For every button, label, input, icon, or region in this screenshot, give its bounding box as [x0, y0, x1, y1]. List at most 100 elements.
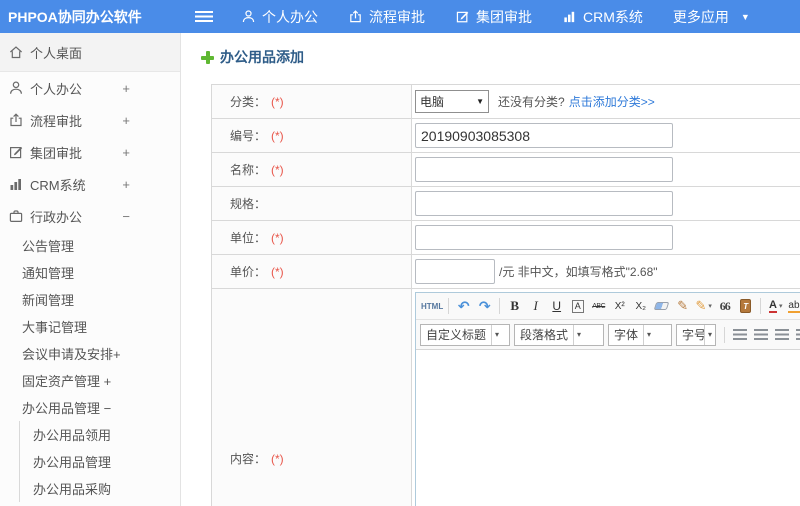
- font-border-button[interactable]: A: [568, 296, 587, 316]
- category-label: 分类： (*): [212, 85, 412, 118]
- edit-icon: [455, 9, 470, 24]
- sidebar-item-office-supplies-claim[interactable]: 办公用品领用: [20, 421, 180, 448]
- main-content: 办公用品添加 分类： (*) 电脑 ▼ 还没有分类? 点击添加分类>> 编号： …: [181, 33, 800, 506]
- autotypeset-icon[interactable]: ✎ ▾: [694, 296, 713, 316]
- required-mark: (*): [271, 451, 284, 466]
- sidebar-item-office-supplies-purchase[interactable]: 办公用品采购: [20, 475, 180, 502]
- justify-button[interactable]: [793, 325, 800, 345]
- italic-button[interactable]: I: [526, 296, 545, 316]
- sidebar-item-group-approval[interactable]: 集团审批 +: [0, 136, 180, 168]
- briefcase-icon: [8, 208, 24, 224]
- editor-content[interactable]: [416, 350, 800, 506]
- code-input[interactable]: [415, 123, 673, 148]
- nav-item-label: 流程审批: [369, 8, 425, 25]
- nav-item-workflow-approval[interactable]: 流程审批: [348, 7, 425, 27]
- toolbar-separator: [499, 298, 501, 314]
- align-center-button[interactable]: [751, 325, 770, 345]
- toolbar-separator: [448, 298, 450, 314]
- workflow-icon: [8, 112, 24, 128]
- content-label: 内容： (*): [212, 289, 412, 506]
- sidebar-item-label: 集团审批: [30, 145, 83, 161]
- redo-icon[interactable]: ↷: [475, 296, 494, 316]
- code-label: 编号： (*): [212, 119, 412, 152]
- strikethrough-button[interactable]: ABC: [589, 296, 608, 316]
- format-brush-icon[interactable]: ✎: [673, 296, 692, 316]
- category-select[interactable]: 电脑 ▼: [415, 90, 489, 113]
- caret-down-icon: ▾: [643, 324, 654, 345]
- form-row-code: 编号： (*): [212, 119, 800, 153]
- sidebar-item-office-supplies-manage[interactable]: 办公用品管理: [20, 448, 180, 475]
- expand-plus-icon[interactable]: +: [122, 81, 130, 96]
- collapse-minus-icon[interactable]: −: [122, 209, 130, 224]
- spec-label: 规格：: [212, 187, 412, 220]
- nav-item-personal-office[interactable]: 个人办公: [241, 7, 318, 27]
- name-label: 名称： (*): [212, 153, 412, 186]
- sidebar-item-label: 流程审批: [30, 113, 83, 129]
- expand-plus-icon[interactable]: +: [122, 177, 130, 192]
- paragraph-format-select[interactable]: 段落格式 ▾: [514, 323, 604, 346]
- workflow-icon: [348, 9, 363, 24]
- underline-button[interactable]: U: [547, 296, 566, 316]
- form-row-spec: 规格：: [212, 187, 800, 221]
- required-mark: (*): [271, 94, 284, 109]
- unit-input[interactable]: [415, 225, 673, 250]
- expand-plus-icon[interactable]: +: [122, 113, 130, 128]
- subscript-button[interactable]: X₂: [631, 296, 650, 316]
- blockquote-button[interactable]: 66: [715, 296, 734, 316]
- nav-item-label: CRM系统: [583, 8, 643, 25]
- sidebar-item-office-supplies-mgmt[interactable]: 办公用品管理 −: [0, 394, 180, 421]
- toolbar-separator: [724, 326, 725, 343]
- superscript-button[interactable]: X²: [610, 296, 629, 316]
- paste-icon[interactable]: T: [736, 296, 755, 316]
- caret-down-icon: ▾: [708, 303, 712, 310]
- required-mark: (*): [271, 128, 284, 143]
- price-input[interactable]: [415, 259, 495, 284]
- font-size-select[interactable]: 字号 ▾: [676, 323, 716, 346]
- name-input[interactable]: [415, 157, 673, 182]
- expand-plus-icon[interactable]: +: [122, 145, 130, 160]
- chart-icon: [562, 9, 577, 24]
- sidebar-item-crm-system[interactable]: CRM系统 +: [0, 168, 180, 200]
- align-right-button[interactable]: [772, 325, 791, 345]
- align-left-button[interactable]: [730, 325, 749, 345]
- sidebar-item-workflow-approval[interactable]: 流程审批 +: [0, 104, 180, 136]
- source-code-button[interactable]: HTML: [421, 296, 443, 316]
- sidebar-item-news-mgmt[interactable]: 新闻管理: [0, 286, 180, 313]
- office-supply-form: 分类： (*) 电脑 ▼ 还没有分类? 点击添加分类>> 编号： (*) 201…: [211, 84, 800, 506]
- undo-icon[interactable]: ↶: [454, 296, 473, 316]
- price-format-hint: /元 非中文，如填写格式"2.68": [499, 265, 658, 279]
- font-color-button[interactable]: A ▾: [766, 296, 785, 316]
- highlight-color-button[interactable]: ab▾: [787, 296, 800, 316]
- add-category-link[interactable]: 点击添加分类>>: [569, 93, 655, 110]
- sidebar-item-fixed-assets-mgmt[interactable]: 固定资产管理 +: [0, 367, 180, 394]
- font-family-select[interactable]: 字体 ▾: [608, 323, 672, 346]
- sidebar: 个人桌面 个人办公 + 流程审批 + 集团审批 + CRM系统 + 行政办公 −…: [0, 33, 181, 506]
- price-label: 单价： (*): [212, 255, 412, 288]
- nav-item-more-apps[interactable]: 更多应用 ▼: [673, 7, 750, 27]
- chart-icon: [8, 176, 24, 192]
- bold-button[interactable]: B: [505, 296, 524, 316]
- required-mark: (*): [271, 264, 284, 279]
- nav-item-crm-system[interactable]: CRM系统: [562, 7, 643, 27]
- sidebar-item-notice-mgmt[interactable]: 通知管理: [0, 259, 180, 286]
- sidebar-item-announcement-mgmt[interactable]: 公告管理: [0, 232, 180, 259]
- form-row-price: 单价： (*) /元 非中文，如填写格式"2.68": [212, 255, 800, 289]
- caret-down-icon: ▾: [703, 324, 715, 345]
- sidebar-item-meeting-request[interactable]: 会议申请及安排+: [0, 340, 180, 367]
- spec-input[interactable]: [415, 191, 673, 216]
- sidebar-item-personal-desktop[interactable]: 个人桌面: [0, 33, 180, 72]
- caret-down-icon: ▾: [778, 303, 783, 310]
- sidebar-item-memorabilia-mgmt[interactable]: 大事记管理: [0, 313, 180, 340]
- menu-toggle-icon[interactable]: [195, 11, 213, 22]
- sidebar-item-label: 行政办公: [30, 209, 83, 225]
- nav-item-label: 个人办公: [262, 8, 318, 25]
- sidebar-item-admin-office[interactable]: 行政办公 −: [0, 200, 180, 232]
- heading-style-select[interactable]: 自定义标题 ▾: [420, 323, 510, 346]
- nav-item-group-approval[interactable]: 集团审批: [455, 7, 532, 27]
- unit-label: 单位： (*): [212, 221, 412, 254]
- top-header: PHPOA协同办公软件 个人办公 流程审批 集团审批 CRM系统 更多应用 ▼: [0, 0, 800, 33]
- editor-toolbar-row2: 自定义标题 ▾ 段落格式 ▾ 字体 ▾ 字号 ▾: [416, 320, 800, 350]
- eraser-icon[interactable]: [652, 296, 671, 316]
- sidebar-item-personal-office[interactable]: 个人办公 +: [0, 72, 180, 104]
- edit-icon: [8, 144, 24, 160]
